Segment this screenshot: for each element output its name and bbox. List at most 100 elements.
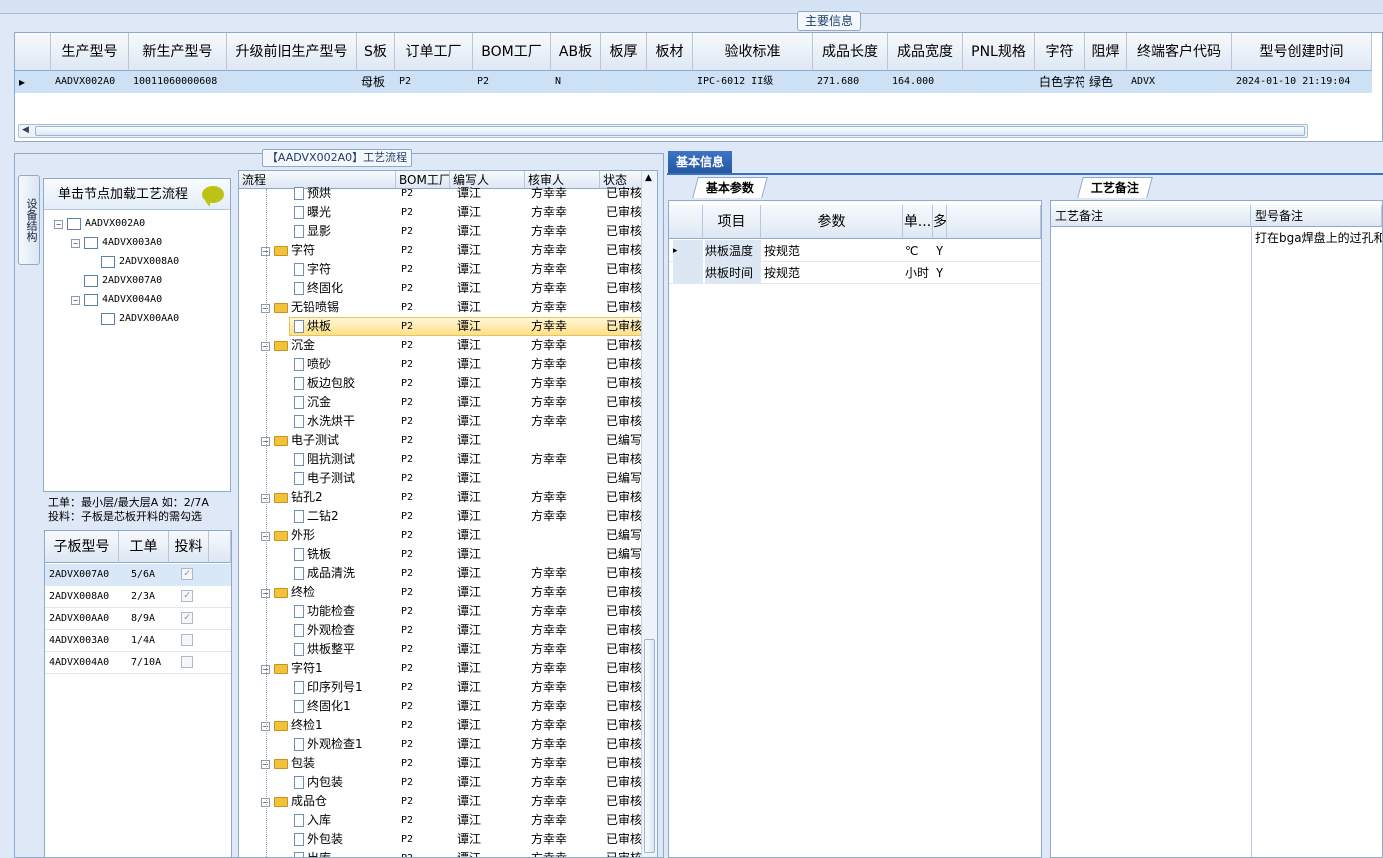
process-name-cell[interactable]: 出库 <box>294 849 331 857</box>
process-status[interactable]: 已审核 <box>606 678 642 697</box>
main-cell[interactable]: IPC-6012 II级 <box>693 71 813 93</box>
tab-process-remark[interactable]: 工艺备注 <box>1077 177 1153 198</box>
process-name[interactable]: 沉金 <box>307 395 331 409</box>
feed-checkbox[interactable] <box>181 634 193 646</box>
process-name-cell[interactable]: − 字符 <box>261 241 315 260</box>
process-status[interactable]: 已审核 <box>606 716 642 735</box>
process-reviewer[interactable]: 方幸幸 <box>531 336 567 355</box>
process-name-cell[interactable]: 外包装 <box>294 830 343 849</box>
process-status[interactable]: 已审核 <box>606 317 642 336</box>
process-row[interactable]: − 钻孔2 P2 谭江 方幸幸 已审核 <box>239 488 643 507</box>
scrollbar-thumb[interactable] <box>35 126 1305 136</box>
process-status[interactable]: 已审核 <box>606 830 642 849</box>
process-name-cell[interactable]: − 电子测试 <box>261 431 339 450</box>
process-name-cell[interactable]: − 终检1 <box>261 716 323 735</box>
process-name[interactable]: 烘板 <box>307 319 331 333</box>
process-reviewer[interactable]: 方幸幸 <box>531 203 567 222</box>
process-name[interactable]: 阻抗测试 <box>307 452 355 466</box>
process-name[interactable]: 终固化 <box>307 281 343 295</box>
sub-order[interactable]: 1/4A <box>131 630 155 652</box>
process-reviewer[interactable]: 方幸幸 <box>531 678 567 697</box>
process-status[interactable]: 已审核 <box>606 260 642 279</box>
process-row[interactable]: 二钻2 P2 谭江 方幸幸 已审核 <box>239 507 643 526</box>
process-name-cell[interactable]: − 包装 <box>261 754 315 773</box>
main-cell[interactable]: AADVX002A0 <box>51 71 129 93</box>
process-status[interactable]: 已审核 <box>606 773 642 792</box>
process-row[interactable]: 烘板 P2 谭江 方幸幸 已审核 <box>239 317 643 336</box>
tree-node-label[interactable]: 2ADVX007A0 <box>102 272 162 290</box>
process-name-cell[interactable]: − 外形 <box>261 526 315 545</box>
process-name-cell[interactable]: 外观检查 <box>294 621 355 640</box>
main-cell[interactable]: N <box>551 71 601 93</box>
process-writer[interactable]: 谭江 <box>457 830 481 849</box>
main-col-header[interactable]: AB板 <box>551 33 601 71</box>
process-writer[interactable]: 谭江 <box>457 545 481 564</box>
process-status[interactable]: 已审核 <box>606 450 642 469</box>
process-name[interactable]: 电子测试 <box>307 471 355 485</box>
process-name[interactable]: 终检 <box>291 585 315 599</box>
tree-node[interactable]: 2ADVX00AA0 <box>88 310 179 328</box>
process-name-cell[interactable]: 阻抗测试 <box>294 450 355 469</box>
sub-model[interactable]: 4ADVX003A0 <box>49 630 109 652</box>
process-row[interactable]: 沉金 P2 谭江 方幸幸 已审核 <box>239 393 643 412</box>
sub-col-header[interactable]: 工单 <box>119 531 169 563</box>
sub-order[interactable]: 2/3A <box>131 586 155 608</box>
main-col-header[interactable]: 型号创建时间 <box>1232 33 1372 71</box>
process-name-cell[interactable]: 功能检查 <box>294 602 355 621</box>
process-writer[interactable]: 谭江 <box>457 602 481 621</box>
process-row[interactable]: 外包装 P2 谭江 方幸幸 已审核 <box>239 830 643 849</box>
process-bom[interactable]: P2 <box>401 469 413 488</box>
process-writer[interactable]: 谭江 <box>457 317 481 336</box>
process-reviewer[interactable]: 方幸幸 <box>531 849 567 857</box>
process-name-cell[interactable]: − 终检 <box>261 583 315 602</box>
process-name-cell[interactable]: 烘板 <box>294 317 331 336</box>
process-bom[interactable]: P2 <box>401 279 413 298</box>
process-writer[interactable]: 谭江 <box>457 849 481 857</box>
process-name-cell[interactable]: 喷砂 <box>294 355 331 374</box>
process-name[interactable]: 外形 <box>291 528 315 542</box>
process-reviewer[interactable]: 方幸幸 <box>531 412 567 431</box>
process-reviewer[interactable]: 方幸幸 <box>531 222 567 241</box>
process-writer[interactable]: 谭江 <box>457 336 481 355</box>
tree-node-label[interactable]: 4ADVX004A0 <box>102 291 162 309</box>
process-writer[interactable]: 谭江 <box>457 469 481 488</box>
process-row[interactable]: − 成品仓 P2 谭江 方幸幸 已审核 <box>239 792 643 811</box>
process-reviewer[interactable]: 方幸幸 <box>531 602 567 621</box>
process-row[interactable]: − 包装 P2 谭江 方幸幸 已审核 <box>239 754 643 773</box>
process-reviewer[interactable]: 方幸幸 <box>531 735 567 754</box>
main-col-header[interactable]: 验收标准 <box>693 33 813 71</box>
process-reviewer[interactable]: 方幸幸 <box>531 621 567 640</box>
process-name-cell[interactable]: 印序列号1 <box>294 678 363 697</box>
process-bom[interactable]: P2 <box>401 545 413 564</box>
process-bom[interactable]: P2 <box>401 203 413 222</box>
process-status[interactable]: 已审核 <box>606 298 642 317</box>
process-row[interactable]: 内包装 P2 谭江 方幸幸 已审核 <box>239 773 643 792</box>
process-writer[interactable]: 谭江 <box>457 260 481 279</box>
process-row[interactable]: 预烘 P2 谭江 方幸幸 已审核 <box>239 184 643 203</box>
process-row[interactable]: − 外形 P2 谭江 已编写 <box>239 526 643 545</box>
process-reviewer[interactable]: 方幸幸 <box>531 811 567 830</box>
node-checkbox[interactable] <box>84 275 98 287</box>
sub-row[interactable]: 4ADVX003A0 1/4A <box>45 630 231 652</box>
process-name-cell[interactable]: 字符 <box>294 260 331 279</box>
scroll-left-icon[interactable]: ◀ <box>22 125 29 135</box>
sub-col-header[interactable]: 子板型号 <box>45 531 119 563</box>
process-name-cell[interactable]: 入库 <box>294 811 331 830</box>
process-row[interactable]: 显影 P2 谭江 方幸幸 已审核 <box>239 222 643 241</box>
main-cell[interactable]: 10011060000608 <box>129 71 227 93</box>
process-row[interactable]: 终固化 P2 谭江 方幸幸 已审核 <box>239 279 643 298</box>
param-col-header[interactable]: 参数 <box>761 205 903 239</box>
process-bom[interactable]: P2 <box>401 811 413 830</box>
process-row[interactable]: 喷砂 P2 谭江 方幸幸 已审核 <box>239 355 643 374</box>
process-row[interactable]: 板边包胶 P2 谭江 方幸幸 已审核 <box>239 374 643 393</box>
process-name-cell[interactable]: 终固化 <box>294 279 343 298</box>
process-bom[interactable]: P2 <box>401 716 413 735</box>
param-item[interactable]: 烘板时间 <box>705 262 761 284</box>
process-bom[interactable]: P2 <box>401 450 413 469</box>
param-row[interactable]: ▸ 烘板温度 按规范 ℃ Y <box>669 240 1041 262</box>
tree-node-label[interactable]: 2ADVX008A0 <box>119 253 179 271</box>
sub-row[interactable]: 4ADVX004A0 7/10A <box>45 652 231 674</box>
main-col-header[interactable]: 字符 <box>1035 33 1085 71</box>
process-status[interactable]: 已审核 <box>606 279 642 298</box>
process-writer[interactable]: 谭江 <box>457 450 481 469</box>
